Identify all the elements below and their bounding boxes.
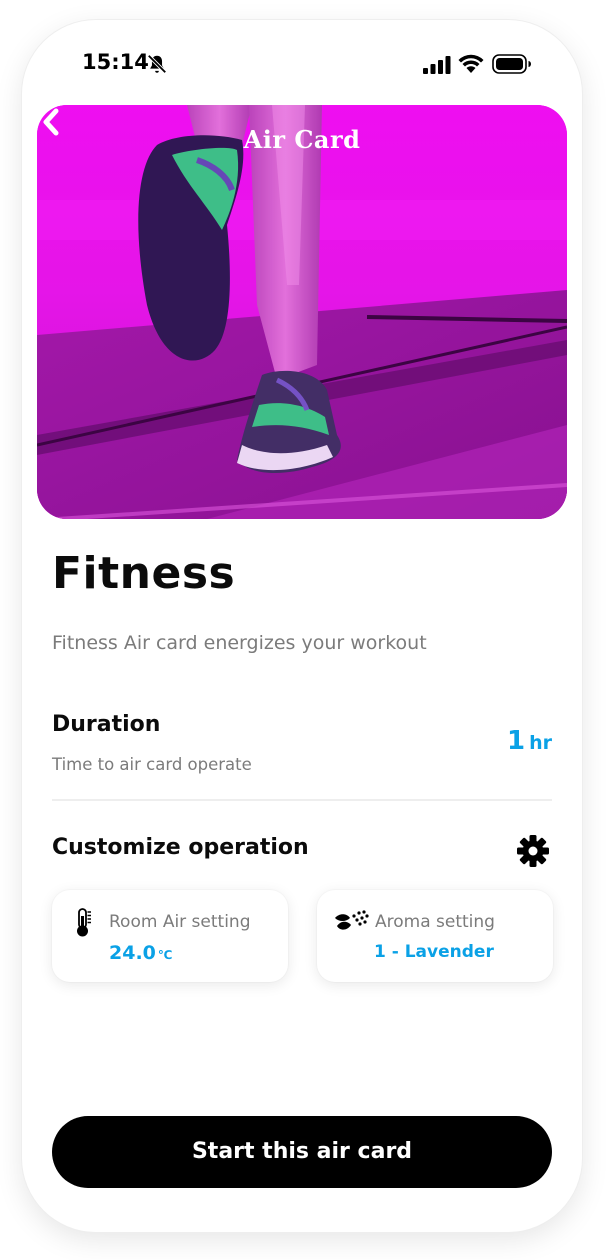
status-bar: 15:14 <box>22 50 582 80</box>
bell-slash-icon <box>147 54 167 74</box>
hero-image: Air Card <box>37 105 567 519</box>
customize-label: Customize operation <box>52 835 309 860</box>
thermometer-icon <box>77 908 91 937</box>
running-shoes-treadmill-image <box>37 105 567 519</box>
gear-icon[interactable] <box>515 833 551 869</box>
card-description: Fitness Air card energizes your workout <box>52 632 427 654</box>
aroma-setting-card[interactable]: Aroma setting 1 - Lavender <box>317 890 553 982</box>
room-air-label: Room Air setting <box>109 912 251 932</box>
duration-unit: hr <box>529 732 552 754</box>
room-air-unit: ℃ <box>157 948 173 962</box>
card-name: Fitness <box>52 548 236 599</box>
cellular-signal-icon <box>423 56 451 74</box>
room-air-number: 24.0 <box>109 942 156 964</box>
start-air-card-button[interactable]: Start this air card <box>52 1116 552 1188</box>
page-title: Air Card <box>243 125 361 154</box>
phone-screen: 15:14 Air Card Fitness Fitness Air card … <box>22 20 582 1232</box>
battery-icon <box>492 54 531 74</box>
duration-value[interactable]: 1 hr <box>507 726 552 756</box>
duration-number: 1 <box>507 726 526 756</box>
aroma-value: 1 - Lavender <box>374 942 494 962</box>
wifi-icon <box>458 54 484 73</box>
duration-label: Duration <box>52 712 161 737</box>
duration-sublabel: Time to air card operate <box>52 755 252 774</box>
status-time: 15:14 <box>82 50 149 74</box>
room-air-setting-card[interactable]: Room Air setting 24.0 ℃ <box>52 890 288 982</box>
aroma-leaves-icon <box>335 910 369 930</box>
room-air-value: 24.0 ℃ <box>109 942 172 964</box>
aroma-label: Aroma setting <box>375 912 495 932</box>
divider <box>52 799 552 801</box>
